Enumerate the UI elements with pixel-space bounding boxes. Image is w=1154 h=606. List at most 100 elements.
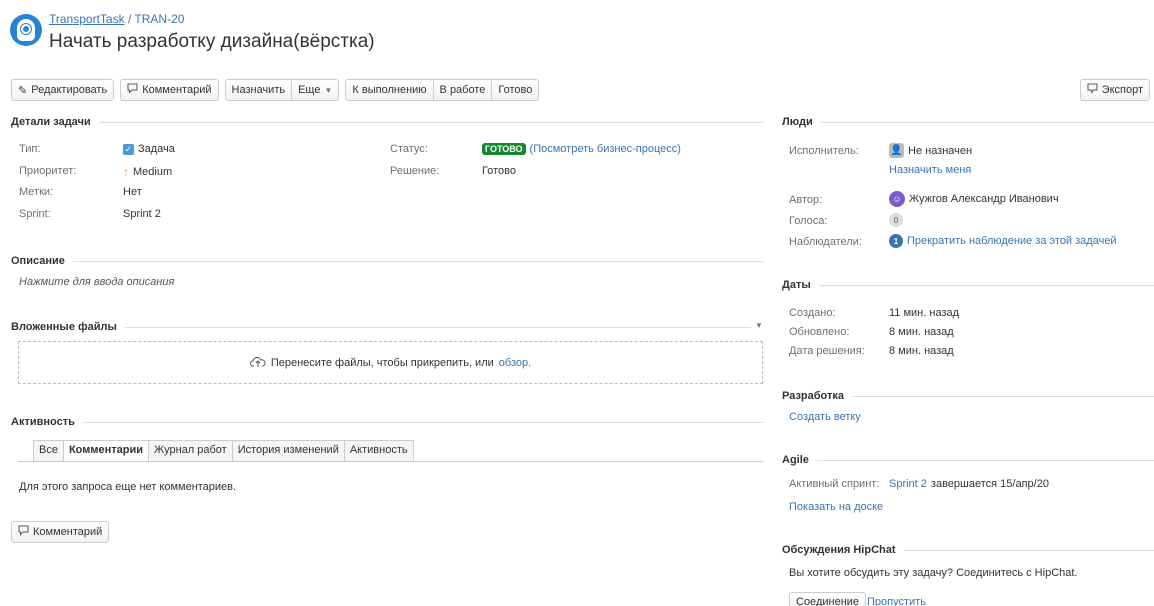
description-heading[interactable]: Описание — [11, 255, 763, 267]
issue-toolbar: ✎ Редактировать Комментарий Назначить Ещ… — [11, 79, 540, 101]
tab-work-log[interactable]: Журнал работ — [148, 440, 233, 462]
more-button[interactable]: Еще ▼ — [291, 79, 340, 101]
votes-count-badge: 0 — [889, 213, 903, 227]
development-heading[interactable]: Разработка — [782, 390, 1154, 402]
sprint-link[interactable]: Sprint 2 — [889, 478, 927, 490]
export-icon — [1087, 83, 1098, 97]
breadcrumb: TransportTask / TRAN-20 — [49, 12, 184, 26]
assignee-value[interactable]: 👤 Не назначен — [889, 143, 972, 158]
assignee-value-text: Не назначен — [908, 144, 973, 157]
view-workflow-link[interactable]: (Посмотреть бизнес-процесс) — [530, 143, 681, 155]
tabs-divider — [18, 461, 763, 462]
add-comment-button[interactable]: Комментарий — [11, 521, 110, 543]
done-button[interactable]: Готово — [491, 79, 540, 101]
people-heading-text: Люди — [782, 116, 813, 128]
tab-comments[interactable]: Комментарии — [62, 440, 150, 462]
chevron-down-icon[interactable]: ▼ — [755, 321, 763, 330]
details-heading-text: Детали задачи — [11, 116, 91, 128]
type-value: ✓ Задача — [123, 143, 175, 155]
hipchat-prompt: Вы хотите обсудить эту задачу? Соедините… — [789, 567, 1078, 579]
chevron-down-icon: ▼ — [324, 85, 333, 95]
watchers-value: 1 Прекратить наблюдение за этой задачей — [889, 234, 1117, 248]
no-comments-text: Для этого запроса еще нет комментариев. — [19, 481, 237, 493]
attachments-heading[interactable]: Вложенные файлы — [11, 321, 751, 333]
activity-heading-text: Активность — [11, 416, 75, 428]
dates-heading[interactable]: Даты — [782, 279, 1154, 291]
hipchat-connect-button[interactable]: Соединение — [789, 592, 867, 606]
sprint-value[interactable]: Sprint 2 — [123, 208, 161, 220]
priority-value-text: Medium — [133, 166, 173, 178]
more-button-label: Еще — [298, 84, 321, 96]
hipchat-heading-text: Обсуждения HipChat — [782, 544, 896, 556]
activity-heading[interactable]: Активность — [11, 416, 763, 428]
in-progress-button[interactable]: В работе — [432, 79, 493, 101]
breadcrumb-issue-key[interactable]: TRAN-20 — [134, 12, 184, 26]
comment-bubble-icon — [127, 83, 138, 97]
breadcrumb-project-link[interactable]: TransportTask — [49, 12, 125, 26]
watchers-label: Наблюдатели: — [789, 236, 862, 248]
agile-heading-text: Agile — [782, 454, 809, 466]
unassigned-avatar-icon: 👤 — [889, 143, 904, 158]
tab-activity[interactable]: Активность — [343, 440, 414, 462]
priority-label: Приоритет: — [19, 165, 77, 177]
description-placeholder[interactable]: Нажмите для ввода описания — [19, 276, 174, 288]
activity-tabs: Все Комментарии Журнал работ История изм… — [33, 440, 414, 462]
export-button-label: Экспорт — [1101, 84, 1143, 96]
agile-heading[interactable]: Agile — [782, 454, 1154, 466]
user-avatar-icon: ☺ — [889, 191, 905, 207]
development-heading-text: Разработка — [782, 390, 844, 402]
comment-button-label: Комментарий — [142, 84, 212, 96]
page-title[interactable]: Начать разработку дизайна(вёрстка) — [49, 31, 375, 53]
active-sprint-value: Sprint 2 завершается 15/апр/20 — [889, 478, 1049, 490]
priority-value: ↑ Medium — [123, 165, 172, 179]
comment-button[interactable]: Комментарий — [120, 79, 219, 101]
sprint-label: Sprint: — [19, 208, 51, 220]
votes-label: Голоса: — [789, 215, 828, 227]
assign-to-me-link[interactable]: Назначить меня — [889, 164, 971, 176]
show-on-board-link[interactable]: Показать на доске — [789, 501, 883, 513]
watchers-count-badge[interactable]: 1 — [889, 234, 903, 248]
cloud-upload-icon — [249, 355, 266, 371]
export-button[interactable]: Экспорт — [1079, 79, 1150, 101]
edit-button-label: Редактировать — [31, 84, 108, 96]
votes-value[interactable]: 0 — [889, 213, 903, 227]
comment-bubble-icon — [18, 525, 29, 539]
to-do-button[interactable]: К выполнению — [345, 79, 434, 101]
reporter-value[interactable]: ☺ Жужгов Александр Иванович — [889, 191, 1059, 207]
add-comment-label: Комментарий — [33, 526, 103, 538]
created-value: 11 мин. назад — [889, 307, 960, 319]
people-heading[interactable]: Люди — [782, 116, 1154, 128]
resolution-label: Решение: — [390, 165, 440, 177]
attachments-heading-text: Вложенные файлы — [11, 321, 117, 333]
arrow-up-icon: ↑ — [123, 165, 129, 179]
tab-all[interactable]: Все — [33, 440, 64, 462]
edit-button[interactable]: ✎ Редактировать — [11, 79, 115, 101]
browse-link[interactable]: обзор. — [499, 357, 531, 369]
reporter-value-text: Жужгов Александр Иванович — [909, 193, 1059, 205]
active-sprint-label: Активный спринт: — [789, 478, 880, 490]
sprint-end-text: завершается 15/апр/20 — [930, 478, 1049, 490]
labels-label: Метки: — [19, 186, 54, 198]
resolution-value: Готово — [482, 165, 516, 177]
breadcrumb-separator: / — [127, 12, 132, 26]
updated-value: 8 мин. назад — [889, 326, 954, 338]
project-avatar-icon[interactable] — [10, 14, 42, 46]
checkbox-task-icon: ✓ — [123, 143, 134, 155]
assign-more-group: Назначить Еще ▼ — [224, 79, 340, 101]
labels-value[interactable]: Нет — [123, 186, 142, 198]
details-heading[interactable]: Детали задачи — [11, 116, 763, 128]
attachment-dropzone[interactable]: Перенесите файлы, чтобы прикрепить, или … — [18, 341, 763, 384]
description-heading-text: Описание — [11, 255, 65, 267]
status-value: ГОТОВО (Посмотреть бизнес-процесс) — [482, 143, 681, 155]
hipchat-skip-link[interactable]: Пропустить — [867, 596, 926, 606]
assign-button[interactable]: Назначить — [224, 79, 293, 101]
dates-heading-text: Даты — [782, 279, 811, 291]
pencil-icon: ✎ — [18, 84, 28, 97]
dropzone-text: Перенесите файлы, чтобы прикрепить, или — [270, 356, 494, 369]
resolved-label: Дата решения: — [789, 345, 865, 357]
create-branch-link[interactable]: Создать ветку — [789, 411, 861, 423]
type-label: Тип: — [19, 143, 41, 155]
stop-watching-link[interactable]: Прекратить наблюдение за этой задачей — [907, 235, 1117, 247]
tab-history[interactable]: История изменений — [231, 440, 345, 462]
hipchat-heading[interactable]: Обсуждения HipChat — [782, 544, 1154, 556]
